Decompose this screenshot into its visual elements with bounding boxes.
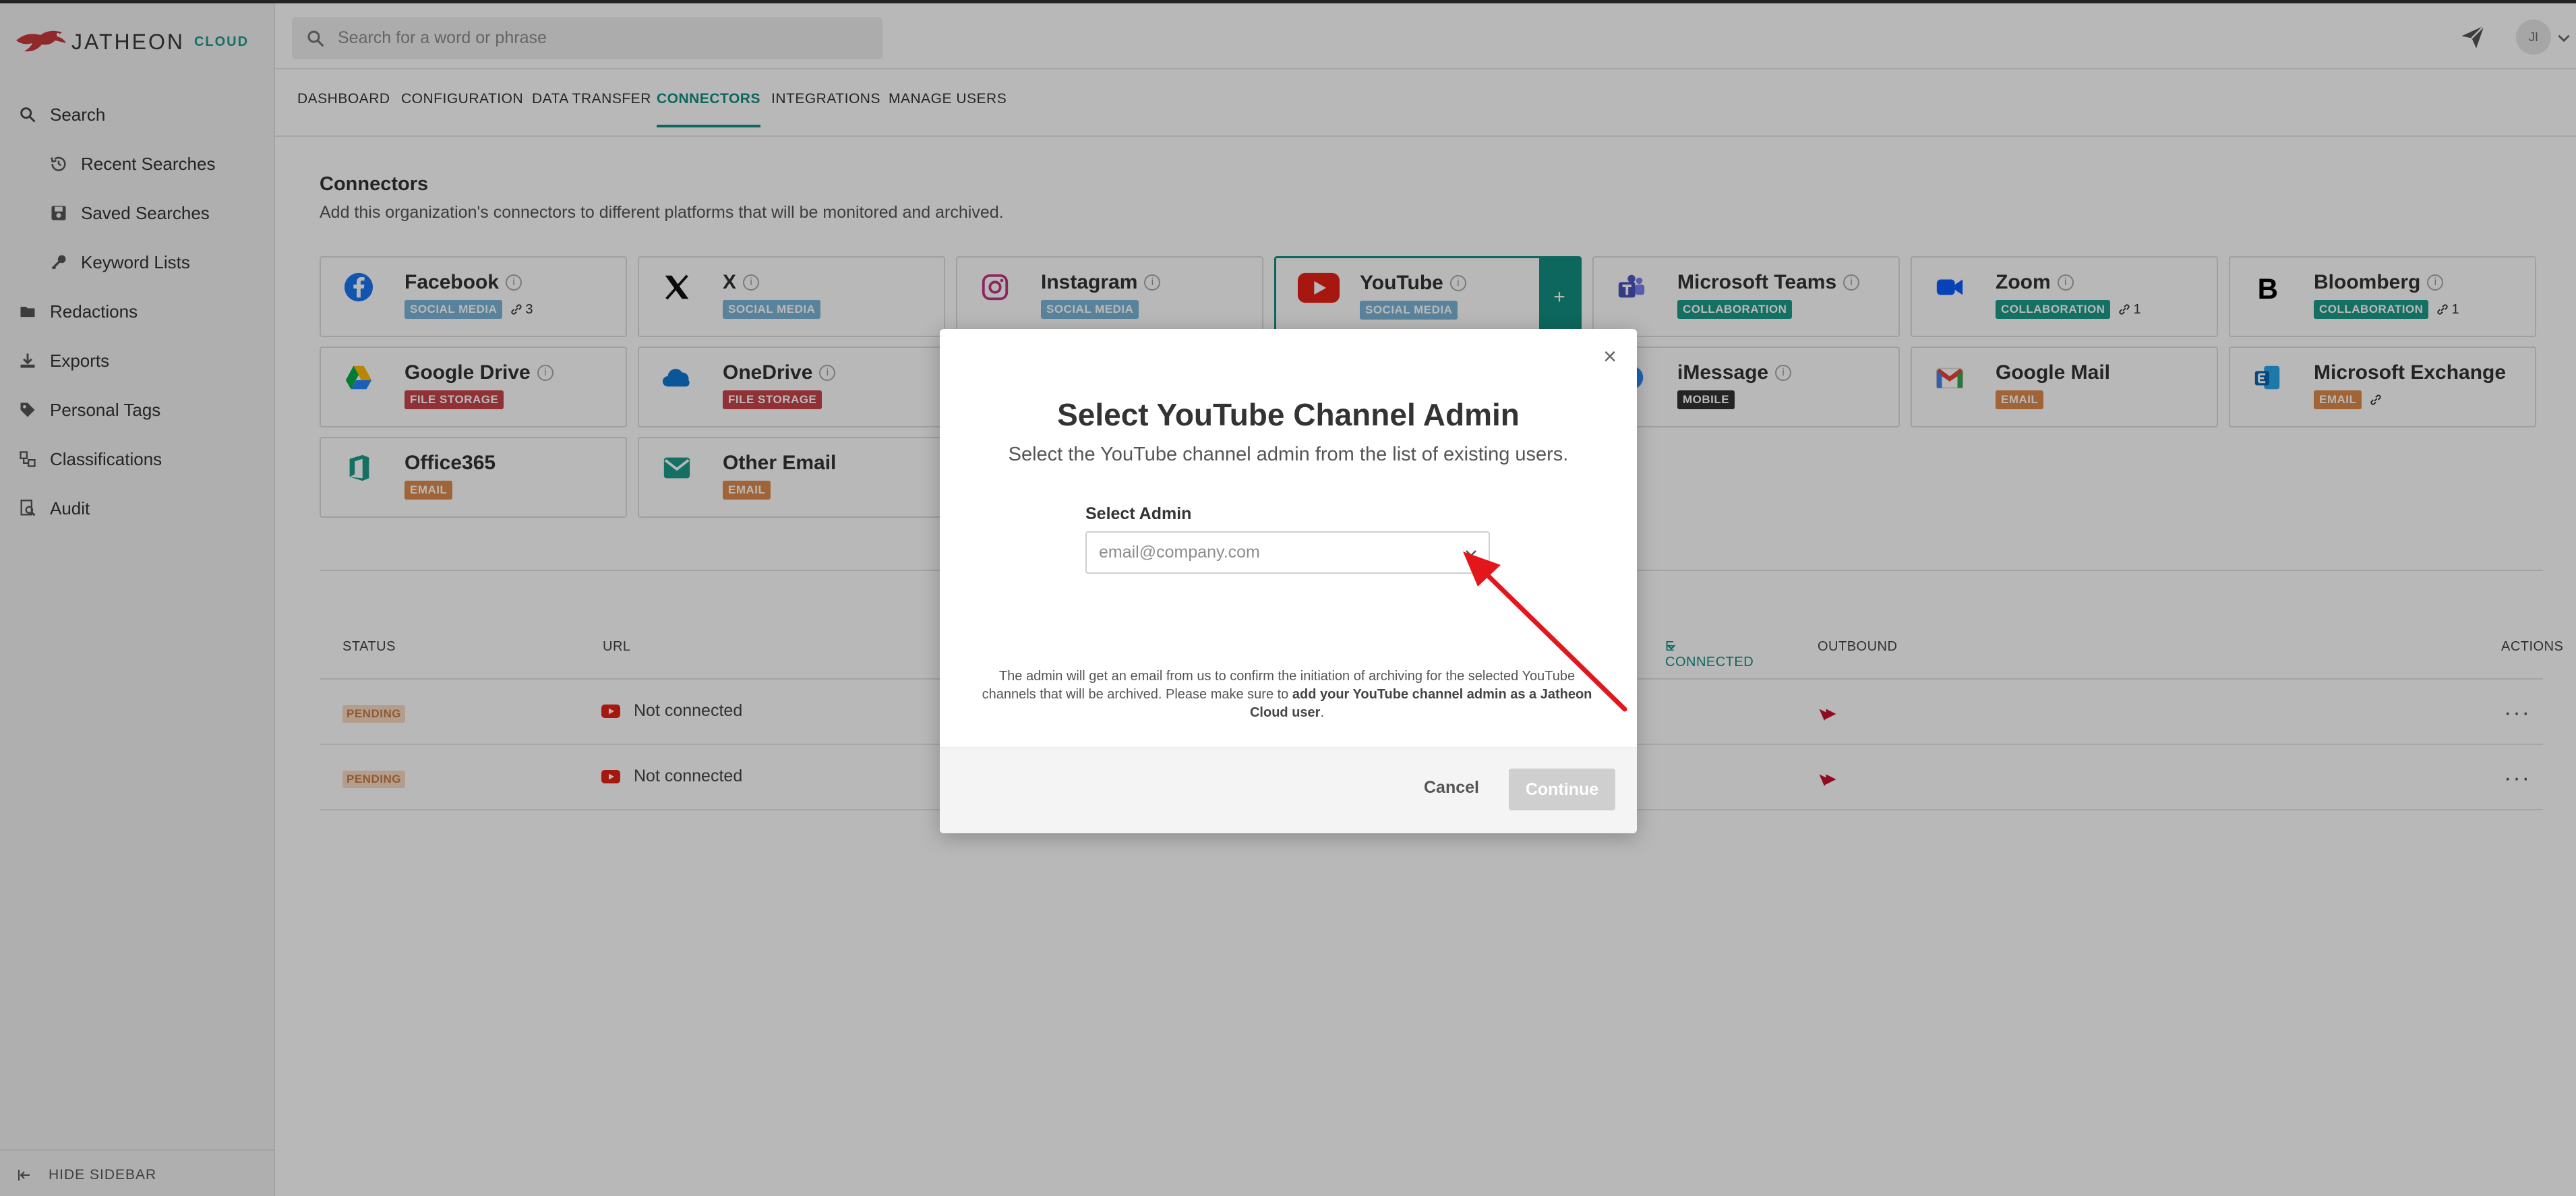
continue-button[interactable]: Continue xyxy=(1509,769,1615,810)
close-icon[interactable]: × xyxy=(1603,344,1617,370)
select-admin-placeholder: email@company.com xyxy=(1099,543,1260,562)
select-admin-dropdown[interactable]: email@company.com xyxy=(1085,531,1490,574)
modal-subtitle: Select the YouTube channel admin from th… xyxy=(1008,444,1569,465)
modal-note: The admin will get an email from us to c… xyxy=(982,669,1592,720)
select-admin-label: Select Admin xyxy=(1085,504,1192,523)
modal-note-bold: add your YouTube channel admin as a Jath… xyxy=(1249,687,1592,720)
cancel-button[interactable]: Cancel xyxy=(1424,778,1479,798)
chevron-down-icon[interactable] xyxy=(1463,545,1479,561)
modal-footer: Cancel Continue xyxy=(940,747,1637,833)
select-admin-modal: × Select YouTube Channel Admin Select th… xyxy=(940,329,1637,833)
modal-title: Select YouTube Channel Admin xyxy=(1057,397,1520,432)
